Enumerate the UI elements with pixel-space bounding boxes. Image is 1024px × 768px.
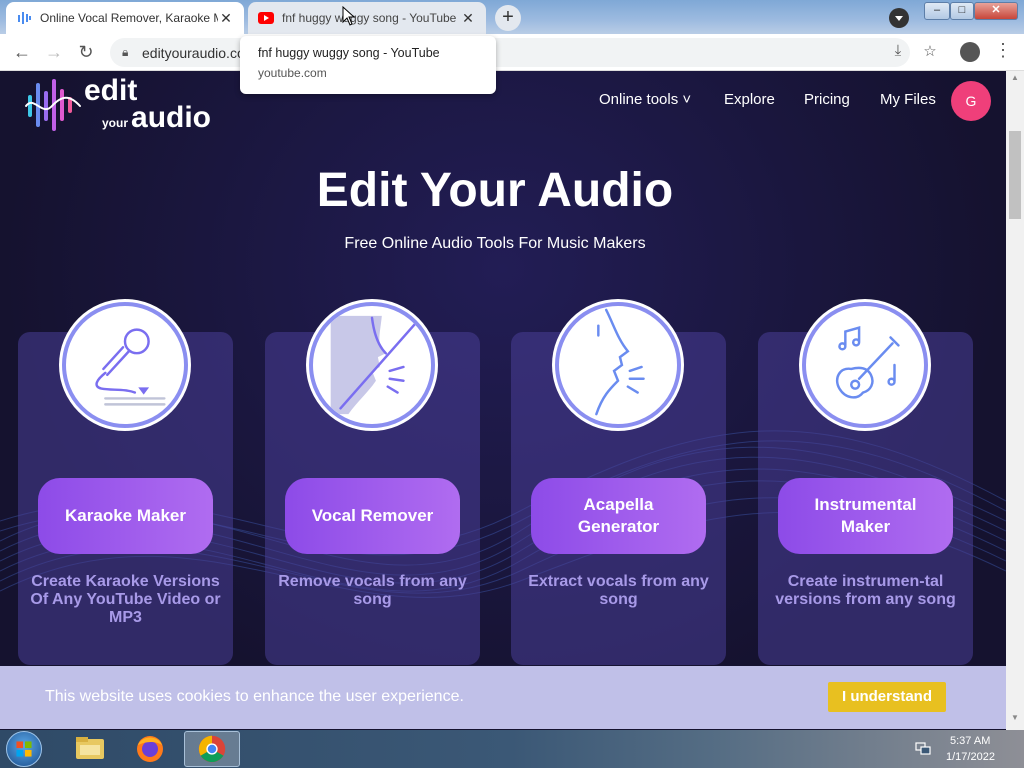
windows-taskbar: 5:37 AM 1/17/2022 (0, 730, 1024, 768)
forward-arrow-icon[interactable]: → (42, 40, 66, 64)
singer-icon (555, 302, 681, 428)
tab-search-icon[interactable] (889, 8, 909, 28)
tool-card-vocal-remover: Vocal Remover Remove vocals from any son… (265, 302, 480, 665)
tool-card-karaoke: Karaoke Maker Create Karaoke Versions Of… (18, 302, 233, 665)
tool-card-instrumental: Instrumental Maker Create instrumen-tal … (758, 302, 973, 665)
close-tab-icon[interactable]: ✕ (218, 10, 234, 27)
nav-online-tools[interactable]: Online tools ˅ (599, 91, 691, 108)
card-description: Extract vocals from any song (528, 573, 709, 608)
cookie-message: This website uses cookies to enhance the… (45, 688, 464, 705)
network-tray-icon[interactable] (915, 742, 931, 756)
tooltip-title: fnf huggy wuggy song - YouTube (258, 46, 440, 60)
close-tab-icon[interactable]: ✕ (460, 10, 476, 27)
maximize-button[interactable]: □ (950, 2, 974, 20)
close-window-button[interactable]: ✕ (974, 2, 1018, 20)
new-tab-button[interactable]: + (495, 5, 521, 31)
microphone-icon (62, 302, 188, 428)
browser-toolbar: ← → ↻ 🔒︎ edityouraudio.co ⤓ ☆ ⋮ (0, 34, 1024, 71)
clock-time[interactable]: 5:37 AM (950, 735, 990, 747)
muted-singer-icon (309, 302, 435, 428)
tab-edityouraudio[interactable]: Online Vocal Remover, Karaoke M ✕ (6, 2, 244, 34)
vocal-remover-button[interactable]: Vocal Remover (285, 478, 460, 554)
cookie-banner: This website uses cookies to enhance the… (0, 666, 1006, 729)
logo-waveform-icon (25, 79, 81, 131)
user-avatar[interactable]: G (951, 81, 991, 121)
webpage: edit your audio Online tools ˅ Explore P… (0, 71, 1006, 730)
card-description: Create instrumen-tal versions from any s… (775, 573, 956, 608)
tab-title: fnf huggy wuggy song - YouTube (282, 11, 457, 25)
explorer-taskbar-icon[interactable] (62, 731, 118, 767)
start-button[interactable] (6, 731, 42, 767)
menu-kebab-icon[interactable]: ⋮ (994, 40, 1012, 61)
page-title: Edit Your Audio (316, 164, 674, 217)
scroll-down-icon[interactable]: ▼ (1011, 713, 1019, 722)
scroll-up-icon[interactable]: ▲ (1011, 73, 1019, 82)
scroll-thumb[interactable] (1009, 131, 1021, 219)
reload-icon[interactable]: ↻ (74, 40, 98, 64)
instrumental-maker-button[interactable]: Instrumental Maker (778, 478, 953, 554)
tab-youtube[interactable]: fnf huggy wuggy song - YouTube ✕ (248, 2, 486, 34)
browser-tabstrip: Online Vocal Remover, Karaoke M ✕ fnf hu… (0, 0, 1024, 34)
karaoke-maker-button[interactable]: Karaoke Maker (38, 478, 213, 554)
card-description: Create Karaoke Versions Of Any YouTube V… (30, 573, 221, 626)
profile-icon[interactable] (960, 42, 980, 62)
cookie-accept-button[interactable]: I understand (828, 682, 946, 712)
firefox-taskbar-icon[interactable] (122, 731, 178, 767)
lock-icon: 🔒︎ (122, 45, 129, 59)
url-text: edityouraudio.co (142, 45, 245, 61)
install-app-icon[interactable]: ⤓ (888, 42, 908, 62)
tab-hover-tooltip: fnf huggy wuggy song - YouTube youtube.c… (240, 36, 496, 94)
guitar-icon (802, 302, 928, 428)
tab-title: Online Vocal Remover, Karaoke M (40, 11, 218, 25)
windows-logo-icon (16, 741, 32, 757)
logo-text-audio: audio (131, 101, 212, 134)
card-description: Remove vocals from any song (278, 573, 467, 608)
page-subtitle: Free Online Audio Tools For Music Makers (344, 235, 646, 252)
mouse-cursor-icon (342, 6, 356, 26)
tool-card-acapella: Acapella Generator Extract vocals from a… (511, 302, 726, 665)
page-scrollbar[interactable]: ▲ ▼ (1006, 71, 1024, 730)
nav-my-files[interactable]: My Files (880, 91, 936, 108)
nav-explore[interactable]: Explore (724, 91, 775, 108)
youtube-favicon-icon (258, 10, 274, 26)
clock-date[interactable]: 1/17/2022 (946, 751, 995, 763)
bookmark-star-icon[interactable]: ☆ (920, 42, 940, 62)
acapella-generator-button[interactable]: Acapella Generator (531, 478, 706, 554)
edityouraudio-favicon-icon (16, 10, 32, 26)
back-arrow-icon[interactable]: ← (10, 40, 34, 64)
logo-text-your: your (102, 116, 129, 130)
address-bar[interactable]: 🔒︎ edityouraudio.co (110, 38, 910, 67)
tooltip-domain: youtube.com (258, 66, 327, 80)
chrome-taskbar-icon[interactable] (184, 731, 240, 767)
site-logo[interactable]: edit your audio (24, 75, 211, 133)
nav-pricing[interactable]: Pricing (804, 91, 850, 108)
minimize-button[interactable]: – (924, 2, 950, 20)
